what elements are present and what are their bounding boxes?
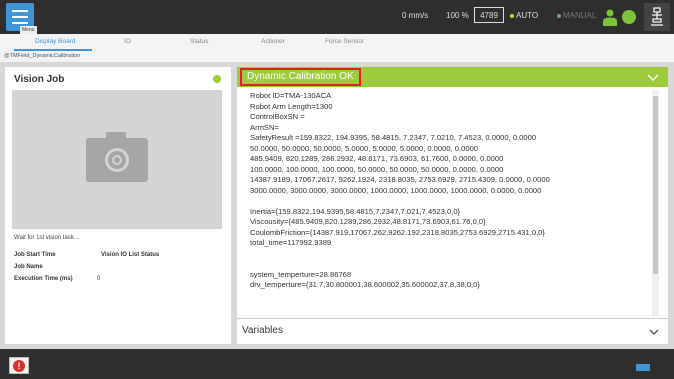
- vision-status-dot-icon: [213, 75, 221, 83]
- top-bar: Menu 0 mm/s 100 % 4789 AUTO MANUAL: [0, 0, 674, 34]
- calibration-line: drv_temperture={31.7,30.800001,38.600002…: [250, 280, 480, 289]
- variables-header[interactable]: Variables: [242, 325, 283, 336]
- calibration-line: [250, 259, 650, 270]
- calibration-line: [250, 196, 650, 207]
- calibration-line: 14387.9189, 17067.2617, 9262.1924, 2318.…: [250, 175, 550, 184]
- calibration-line: Robot Arm Length=1300: [250, 101, 333, 111]
- job-start-time-label: Job Start Time: [14, 252, 56, 258]
- keyboard-icon[interactable]: [636, 364, 650, 371]
- robot-button[interactable]: [644, 3, 670, 31]
- calibration-line: 50.0000, 50.0000, 50.0000, 5.0000, 5.000…: [250, 143, 479, 153]
- execution-time-value: 0: [97, 276, 101, 282]
- sub-tab-bar: @TMField_DynamicCalibration: [0, 52, 674, 62]
- chevron-down-icon[interactable]: [646, 70, 660, 84]
- execution-time-label: Execution Time (ms): [14, 276, 73, 282]
- user-icon[interactable]: [602, 9, 618, 26]
- vision-job-title: Vision Job: [14, 74, 65, 85]
- calibration-line: 3000.0000, 3000.0000, 3000.0000, 1000.00…: [250, 185, 542, 195]
- robot-arm-icon: [651, 7, 663, 26]
- tab-display-board[interactable]: Display Board: [35, 38, 75, 45]
- calibration-line: SafetyResult =159.8322, 194.9395, 58.481…: [250, 133, 537, 142]
- alert-icon: !: [13, 359, 25, 372]
- speed-percent: 100 %: [446, 11, 469, 20]
- tab-actioner[interactable]: Actioner: [261, 38, 285, 45]
- calibration-text: Robot ID=TMA-130ACA Robot Arm Length=130…: [250, 91, 650, 317]
- sub-tab-field[interactable]: @TMField_DynamicCalibration: [4, 53, 80, 59]
- calibration-panel: Dynamic Calibration OK Robot ID=TMA-130A…: [237, 67, 668, 344]
- tab-status[interactable]: Status: [190, 38, 208, 45]
- active-tab-underline: [14, 49, 92, 51]
- status-indicator-icon[interactable]: [622, 10, 636, 24]
- calibration-line: Viscousity={485.9409,820.1289,286.2932,4…: [250, 217, 486, 226]
- camera-icon: [86, 132, 148, 182]
- calibration-title: Dynamic Calibration OK: [240, 68, 361, 86]
- speed-readout: 0 mm/s: [402, 11, 429, 20]
- chevron-down-icon[interactable]: [648, 326, 660, 338]
- scrollbar[interactable]: [652, 90, 659, 316]
- divider: [237, 318, 668, 319]
- vision-io-list-status-label: Vision IO List Status: [101, 252, 160, 258]
- calibration-line: 100.0000, 100.0000, 100.0000, 50.0000, 5…: [250, 164, 504, 174]
- calibration-line: ArmSN=: [250, 122, 279, 132]
- calibration-line: CoulombFriction={14387.919,17067.262,926…: [250, 227, 545, 237]
- calibration-line: total_time=117992.9389: [250, 238, 332, 247]
- calibration-line: Robot ID=TMA-130ACA: [250, 91, 332, 100]
- calibration-line: ControlBoxSN =: [250, 112, 305, 121]
- calibration-header[interactable]: Dynamic Calibration OK: [237, 67, 668, 87]
- calibration-line: system_temperture=28.86768: [250, 269, 352, 279]
- error-button[interactable]: !: [9, 357, 29, 374]
- job-name-label: Job Name: [14, 264, 43, 270]
- calibration-line: [250, 249, 650, 260]
- menu-tooltip: Menu: [20, 26, 37, 34]
- wait-message: Wait for 1st vision task...: [14, 235, 79, 241]
- vision-image-placeholder: [12, 90, 222, 229]
- manual-dot-icon: [557, 13, 561, 18]
- mode-manual-indicator: MANUAL: [557, 11, 596, 20]
- project-speed-box[interactable]: 4789: [474, 7, 504, 23]
- mode-auto-indicator: AUTO: [510, 11, 538, 20]
- tab-force-sensor[interactable]: Force Sensor: [325, 38, 364, 45]
- calibration-line: 485.9409, 820.1289, 286.2932, 48.8171, 7…: [250, 154, 504, 163]
- tab-io[interactable]: IO: [124, 38, 131, 45]
- vision-job-panel: Vision Job Wait for 1st vision task... J…: [5, 67, 231, 344]
- auto-dot-icon: [510, 13, 514, 18]
- menu-icon: [12, 10, 28, 12]
- tab-bar: Display Board IO Status Actioner Force S…: [0, 34, 674, 52]
- bottom-bar: !: [0, 349, 674, 379]
- scrollbar-thumb[interactable]: [653, 96, 658, 274]
- calibration-line: Inertia={159.8322,194.9395,58.4815,7.234…: [250, 206, 461, 216]
